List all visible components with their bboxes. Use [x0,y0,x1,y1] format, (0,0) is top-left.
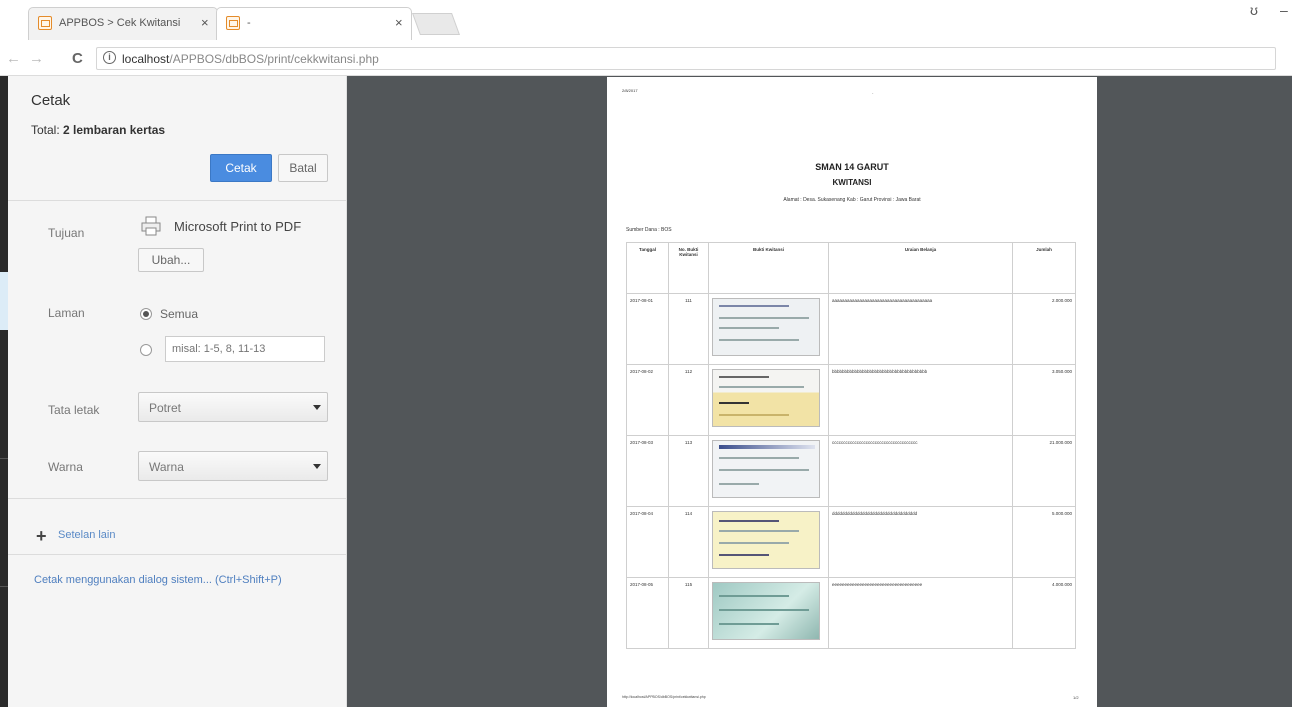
footer-url: http://localhost/APPBOS/dbBOS/print/cekk… [622,695,706,699]
back-icon[interactable]: ← [6,50,21,67]
print-preview-area: 2/8/2017 - SMAN 14 GARUT KWITANSI Alamat… [347,76,1292,707]
row-receipt-no: 114 [668,506,709,578]
receipt-image [708,506,829,578]
pages-all-radio[interactable] [140,308,152,320]
column-header: Jumlah [1012,242,1076,294]
divider [8,554,346,555]
printer-icon [141,216,161,236]
pages-label: Laman [48,306,85,320]
tab-label: - [247,17,251,29]
address-bar[interactable]: i localhost/APPBOS/dbBOS/print/cekkwitan… [96,47,1276,70]
pages-range-input[interactable] [165,336,325,362]
fund-source: Sumber Dana : BOS [626,227,672,233]
print-button[interactable]: Cetak [210,154,272,182]
table-row: 2017-08-05 115 eeeeeeeeeeeeeeeeeeeeeeeee… [626,577,1076,649]
cancel-button[interactable]: Batal [278,154,328,182]
change-destination-button[interactable]: Ubah... [138,248,204,272]
destination-label: Tujuan [48,226,85,240]
table-header-row: Tanggal No. Bukti Kwitansi Bukti Kwitans… [626,242,1076,294]
close-icon[interactable]: × [201,15,209,30]
row-amount: 2.000.000 [1012,293,1076,365]
left-window-highlight [0,272,8,330]
receipt-image [708,577,829,649]
row-date: 2017-08-04 [626,506,669,578]
browser-tab-strip: APPBOS > Cek Kwitansi × - × ʊ – [0,0,1292,42]
header-mark: - [872,90,874,95]
row-date: 2017-08-01 [626,293,669,365]
row-description: bbbbbbbbbbbbbbbbbbbbbbbbbbbbbbbbbbbbbb [828,364,1013,436]
row-amount: 21.000.000 [1012,435,1076,507]
chevron-down-icon [313,464,321,469]
table-row: 2017-08-02 112 bbbbbbbbbbbbbbbbbbbbbbbbb… [626,364,1076,436]
chevron-down-icon [313,405,321,410]
row-description: eeeeeeeeeeeeeeeeeeeeeeeeeeeeeeeeeeee [828,577,1013,649]
table-row: 2017-08-03 113 ccccccccccccccccccccccccc… [626,435,1076,507]
row-date: 2017-08-02 [626,364,669,436]
forward-icon[interactable]: → [29,50,44,67]
layout-value: Potret [149,401,182,415]
new-tab-button[interactable] [411,13,461,35]
row-amount: 4.000.000 [1012,577,1076,649]
table-row: 2017-08-04 114 ddddddddddddddddddddddddd… [626,506,1076,578]
color-select[interactable]: Warna [138,451,328,481]
row-description: dddddddddddddddddddddddddddddddddd [828,506,1013,578]
reload-icon[interactable]: C [72,50,83,67]
color-label: Warna [48,460,83,474]
user-profile-icon[interactable]: ʊ [1250,2,1258,18]
left-window-edge [0,76,8,707]
info-icon[interactable]: i [103,51,116,64]
tab-label: APPBOS > Cek Kwitansi [59,17,181,29]
url-text: localhost/APPBOS/dbBOS/print/cekkwitansi… [122,52,379,66]
receipt-image [708,293,829,365]
document-title: KWITANSI [832,178,872,187]
divider [8,498,346,499]
divider [0,458,8,459]
footer-page: 1/2 [1073,695,1079,700]
panel-title: Cetak [31,92,71,109]
row-description: aaaaaaaaaaaaaaaaaaaaaaaaaaaaaaaaaaaaaaaa [828,293,1013,365]
app-favicon-icon [226,16,240,30]
pages-all-label: Semua [160,307,199,321]
receipt-image [708,435,829,507]
column-header: Uraian Belanja [828,242,1013,294]
print-settings-panel: Cetak Total: 2 lembaran kertas Cetak Bat… [8,76,347,707]
column-header: No. Bukti Kwitansi [668,242,709,294]
school-address: Alamat : Desa. Sukasenang Kab : Garut Pr… [783,197,921,203]
plus-icon[interactable]: + [36,526,47,547]
system-dialog-link[interactable]: Cetak menggunakan dialog sistem... (Ctrl… [34,574,282,586]
row-amount: 3.050.000 [1012,364,1076,436]
divider [0,586,8,587]
browser-toolbar: ← → C i localhost/APPBOS/dbBOS/print/cek… [0,42,1292,76]
row-date: 2017-08-03 [626,435,669,507]
preview-page: 2/8/2017 - SMAN 14 GARUT KWITANSI Alamat… [607,77,1097,707]
print-date: 2/8/2017 [622,88,638,93]
minimize-icon[interactable]: – [1280,2,1288,18]
layout-select[interactable]: Potret [138,392,328,422]
row-amount: 5.000.000 [1012,506,1076,578]
sheet-total: Total: 2 lembaran kertas [31,123,166,137]
column-header: Tanggal [626,242,669,294]
school-name: SMAN 14 GARUT [815,162,889,172]
tab-print-preview[interactable]: - × [216,7,412,40]
destination-name: Microsoft Print to PDF [174,219,302,234]
receipt-image [708,364,829,436]
close-icon[interactable]: × [395,15,403,30]
app-favicon-icon [38,16,52,30]
more-settings-link[interactable]: Setelan lain [58,529,116,541]
row-receipt-no: 111 [668,293,709,365]
row-date: 2017-08-05 [626,577,669,649]
row-receipt-no: 113 [668,435,709,507]
table-row: 2017-08-01 111 aaaaaaaaaaaaaaaaaaaaaaaaa… [626,293,1076,365]
receipt-table: Tanggal No. Bukti Kwitansi Bukti Kwitans… [626,242,1076,649]
row-description: cccccccccccccccccccccccccccccccccccccc [828,435,1013,507]
color-value: Warna [149,460,184,474]
divider [8,200,346,201]
tab-cek-kwitansi[interactable]: APPBOS > Cek Kwitansi × [28,7,218,40]
layout-label: Tata letak [48,403,100,417]
row-receipt-no: 115 [668,577,709,649]
row-receipt-no: 112 [668,364,709,436]
column-header: Bukti Kwitansi [708,242,829,294]
pages-custom-radio[interactable] [140,344,152,356]
